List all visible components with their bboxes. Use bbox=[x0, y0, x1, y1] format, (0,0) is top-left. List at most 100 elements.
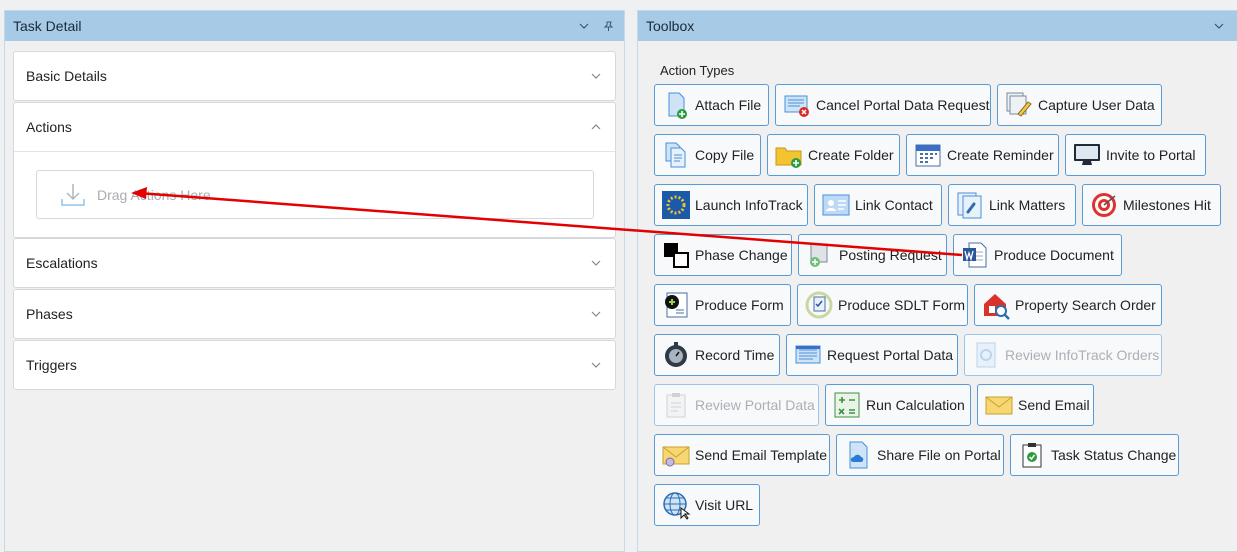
section-triggers[interactable]: Triggers bbox=[13, 340, 616, 390]
button-label: Produce Document bbox=[994, 247, 1114, 263]
toolbox-header: Toolbox bbox=[638, 11, 1237, 41]
button-label: Share File on Portal bbox=[877, 447, 1001, 463]
button-label: Record Time bbox=[695, 347, 775, 363]
button-label: Run Calculation bbox=[866, 397, 965, 413]
section-label: Triggers bbox=[26, 357, 77, 373]
produce-sdlt-form-button[interactable]: Produce SDLT Form bbox=[797, 284, 968, 326]
house-search-icon bbox=[984, 294, 1010, 320]
attach-file-button[interactable]: Attach File bbox=[654, 84, 769, 126]
link-icon bbox=[957, 192, 982, 219]
review-orders-icon bbox=[976, 342, 996, 368]
button-label: Visit URL bbox=[695, 497, 754, 513]
button-label: Milestones Hit bbox=[1123, 197, 1211, 213]
word-document-icon bbox=[963, 242, 987, 268]
button-label: Invite to Portal bbox=[1106, 147, 1196, 163]
actions-drop-zone[interactable]: Drag Actions Here bbox=[36, 170, 594, 219]
chevron-down-icon[interactable] bbox=[589, 69, 603, 83]
clipboard-icon bbox=[666, 393, 686, 418]
button-label: Task Status Change bbox=[1051, 447, 1177, 463]
invite-to-portal-button[interactable]: Invite to Portal bbox=[1065, 134, 1206, 176]
chevron-down-icon[interactable] bbox=[589, 307, 603, 321]
cloud-file-icon bbox=[849, 441, 868, 469]
form-icon bbox=[665, 292, 688, 318]
button-label: Property Search Order bbox=[1015, 297, 1156, 313]
calculator-icon bbox=[834, 392, 860, 418]
section-label: Escalations bbox=[26, 255, 98, 271]
capture-user-data-button[interactable]: Capture User Data bbox=[997, 84, 1162, 126]
section-actions[interactable]: Actions Drag Actions Here bbox=[13, 102, 616, 238]
button-label: Produce Form bbox=[695, 297, 784, 313]
task-detail-panel: Task Detail Basic Details Actions Drag A… bbox=[4, 10, 625, 552]
task-status-change-button[interactable]: Task Status Change bbox=[1010, 434, 1179, 476]
record-time-button[interactable]: Record Time bbox=[654, 334, 780, 376]
section-escalations[interactable]: Escalations bbox=[13, 238, 616, 288]
button-label: Send Email Template bbox=[695, 447, 828, 463]
request-portal-data-button[interactable]: Request Portal Data bbox=[786, 334, 958, 376]
calendar-icon bbox=[915, 144, 941, 167]
drop-zone-text: Drag Actions Here bbox=[97, 186, 211, 203]
phase-squares-icon bbox=[664, 243, 689, 268]
produce-document-button[interactable]: Produce Document bbox=[953, 234, 1122, 276]
section-phases[interactable]: Phases bbox=[13, 289, 616, 339]
button-label: Capture User Data bbox=[1038, 97, 1155, 113]
button-label: Launch InfoTrack bbox=[695, 197, 803, 213]
button-label: Produce SDLT Form bbox=[838, 297, 966, 313]
review-portal-data-button[interactable]: Review Portal Data bbox=[654, 384, 819, 426]
contact-card-icon bbox=[822, 194, 850, 216]
folder-icon bbox=[775, 147, 802, 168]
chevron-down-icon[interactable] bbox=[589, 256, 603, 270]
stopwatch-icon bbox=[665, 342, 687, 367]
phase-change-button[interactable]: Phase Change bbox=[654, 234, 792, 276]
create-folder-button[interactable]: Create Folder bbox=[767, 134, 900, 176]
button-label: Posting Request bbox=[839, 247, 942, 263]
button-label: Review InfoTrack Orders bbox=[1005, 347, 1160, 363]
button-label: Send Email bbox=[1018, 397, 1090, 413]
cancel-portal-icon bbox=[784, 95, 809, 117]
link-contact-button[interactable]: Link Contact bbox=[814, 184, 942, 226]
button-label: Attach File bbox=[695, 97, 762, 113]
link-matters-button[interactable]: Link Matters bbox=[948, 184, 1076, 226]
milestones-hit-button[interactable]: Milestones Hit bbox=[1082, 184, 1221, 226]
copy-file-button[interactable]: Copy File bbox=[654, 134, 761, 176]
property-search-order-button[interactable]: Property Search Order bbox=[974, 284, 1162, 326]
task-detail-header: Task Detail bbox=[5, 11, 624, 41]
visit-url-button[interactable]: Visit URL bbox=[654, 484, 760, 526]
pin-icon[interactable] bbox=[600, 18, 616, 34]
button-label: Create Folder bbox=[808, 147, 894, 163]
attach-file-icon bbox=[668, 92, 687, 119]
infotrack-icon bbox=[662, 191, 690, 219]
produce-form-button[interactable]: Produce Form bbox=[654, 284, 791, 326]
posting-icon bbox=[810, 243, 828, 267]
run-calculation-button[interactable]: Run Calculation bbox=[825, 384, 971, 426]
target-icon bbox=[1092, 193, 1116, 217]
send-email-button[interactable]: Send Email bbox=[977, 384, 1094, 426]
toolbox-title: Toolbox bbox=[646, 18, 695, 34]
button-label: Link Contact bbox=[855, 197, 933, 213]
send-email-template-button[interactable]: Send Email Template bbox=[654, 434, 830, 476]
action-types-label: Action Types bbox=[660, 63, 735, 78]
portal-data-icon bbox=[795, 345, 821, 364]
review-infotrack-orders-button[interactable]: Review InfoTrack Orders bbox=[964, 334, 1162, 376]
section-label: Actions bbox=[26, 119, 72, 135]
button-label: Cancel Portal Data Request bbox=[816, 97, 990, 113]
download-tray-icon bbox=[61, 183, 85, 206]
section-basic-details[interactable]: Basic Details bbox=[13, 51, 616, 101]
sdlt-form-icon bbox=[805, 291, 833, 319]
capture-data-icon bbox=[1006, 92, 1032, 117]
email-template-icon bbox=[662, 446, 690, 467]
share-file-on-portal-button[interactable]: Share File on Portal bbox=[836, 434, 1004, 476]
chevron-down-icon[interactable] bbox=[576, 18, 592, 34]
button-label: Request Portal Data bbox=[827, 347, 954, 363]
cancel-portal-data-request-button[interactable]: Cancel Portal Data Request bbox=[775, 84, 991, 126]
launch-infotrack-button[interactable]: Launch InfoTrack bbox=[654, 184, 808, 226]
chevron-down-icon[interactable] bbox=[589, 358, 603, 372]
button-label: Create Reminder bbox=[947, 147, 1054, 163]
chevron-up-icon[interactable] bbox=[589, 120, 603, 134]
chevron-down-icon[interactable] bbox=[1211, 18, 1227, 34]
posting-request-button[interactable]: Posting Request bbox=[798, 234, 947, 276]
create-reminder-button[interactable]: Create Reminder bbox=[906, 134, 1059, 176]
envelope-icon bbox=[985, 396, 1013, 415]
copy-file-icon bbox=[665, 142, 686, 168]
section-label: Phases bbox=[26, 306, 73, 322]
section-label: Basic Details bbox=[26, 68, 107, 84]
